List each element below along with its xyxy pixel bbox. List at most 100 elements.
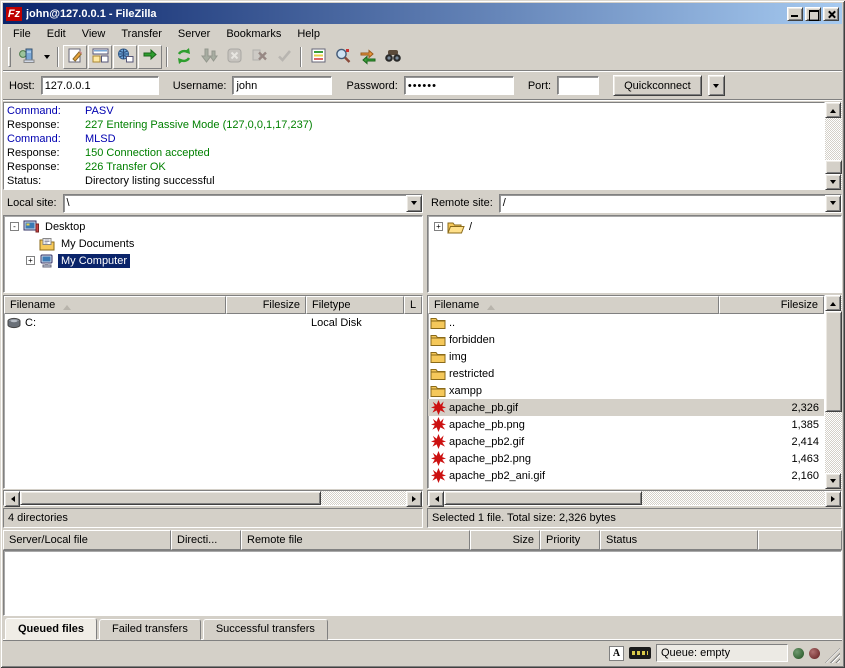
menu-bookmarks[interactable]: Bookmarks — [218, 26, 289, 42]
process-queue-button[interactable] — [197, 45, 221, 69]
title-bar[interactable]: Fz john@127.0.0.1 - FileZilla — [3, 3, 842, 24]
column-header-status[interactable]: Status — [600, 530, 758, 550]
disconnect-button[interactable] — [247, 45, 271, 69]
column-header-filename[interactable]: Filename — [428, 296, 719, 314]
remote-file-row[interactable]: forbidden — [428, 331, 824, 348]
menu-help[interactable]: Help — [289, 26, 328, 42]
toggle-transfer-queue-button[interactable] — [138, 45, 162, 69]
password-input[interactable] — [404, 76, 514, 95]
directory-listing-filters-button[interactable] — [306, 45, 330, 69]
quickconnect-dropdown-button[interactable] — [708, 75, 725, 96]
toggle-remote-tree-button[interactable] — [113, 45, 137, 69]
file-name: img — [449, 351, 467, 363]
remote-file-row[interactable]: restricted — [428, 365, 824, 382]
tree-item-label: Desktop — [42, 220, 88, 234]
abort-button[interactable] — [272, 45, 296, 69]
menu-view[interactable]: View — [74, 26, 114, 42]
scrollbar-thumb[interactable] — [825, 311, 842, 412]
remote-file-row[interactable]: apache_pb2.png 1,463 — [428, 450, 824, 467]
file-name: apache_pb2.gif — [449, 436, 524, 448]
resize-grip[interactable] — [825, 648, 840, 663]
cancel-operation-button[interactable] — [222, 45, 246, 69]
queue-size-indicator: Queue: empty — [656, 644, 788, 662]
tree-item-my-documents[interactable]: My Documents — [6, 235, 422, 252]
column-header-direction[interactable]: Directi... — [171, 530, 241, 550]
scroll-left-button[interactable] — [428, 491, 444, 507]
remote-file-row-selected[interactable]: apache_pb.gif 2,326 — [428, 399, 824, 416]
menu-server[interactable]: Server — [170, 26, 218, 42]
toggle-local-tree-button[interactable] — [88, 45, 112, 69]
scroll-right-button[interactable] — [406, 491, 422, 507]
expand-expander[interactable]: + — [26, 256, 35, 265]
local-file-row[interactable]: C: Local Disk — [4, 314, 422, 331]
username-input[interactable] — [232, 76, 332, 95]
toolbar-grip[interactable] — [8, 47, 11, 67]
toggle-message-log-button[interactable] — [63, 45, 87, 69]
host-input[interactable] — [41, 76, 159, 95]
remote-vertical-scrollbar[interactable] — [825, 295, 842, 489]
menu-file[interactable]: File — [5, 26, 39, 42]
expand-expander[interactable]: + — [434, 222, 443, 231]
scroll-up-button[interactable] — [825, 102, 841, 118]
port-label: Port: — [528, 80, 551, 92]
quickconnect-button[interactable]: Quickconnect — [613, 75, 702, 96]
tab-queued-files[interactable]: Queued files — [5, 618, 97, 640]
column-header-filename[interactable]: Filename — [4, 296, 226, 314]
message-log-icon — [67, 47, 84, 67]
find-files-button[interactable] — [381, 45, 405, 69]
menu-transfer[interactable]: Transfer — [113, 26, 170, 42]
log-vertical-scrollbar[interactable] — [825, 102, 842, 190]
remote-horizontal-scrollbar[interactable] — [427, 490, 842, 506]
column-header-filesize[interactable]: Filesize — [719, 296, 824, 314]
site-manager-dropdown-button[interactable] — [40, 46, 53, 68]
column-header-priority[interactable]: Priority — [540, 530, 600, 550]
column-header-last-modified[interactable]: L — [404, 296, 422, 314]
scroll-down-button[interactable] — [825, 473, 841, 489]
scroll-up-button[interactable] — [825, 295, 841, 311]
remote-file-row[interactable]: img — [428, 348, 824, 365]
close-button[interactable] — [823, 7, 839, 21]
minimize-button[interactable] — [787, 7, 803, 21]
tree-item-my-computer[interactable]: + My Computer — [6, 252, 422, 269]
arrow-right-icon — [831, 496, 838, 502]
queue-body[interactable] — [3, 550, 842, 616]
remote-file-row[interactable]: apache_pb2_ani.gif 2,160 — [428, 467, 824, 484]
scroll-right-button[interactable] — [825, 491, 841, 507]
chevron-down-icon — [713, 84, 719, 91]
refresh-button[interactable] — [172, 45, 196, 69]
remote-file-row[interactable]: apache_pb.png 1,385 — [428, 416, 824, 433]
local-site-combo[interactable]: \ — [63, 194, 423, 213]
scroll-left-button[interactable] — [4, 491, 20, 507]
maximize-button[interactable] — [805, 7, 821, 21]
column-header-size[interactable]: Size — [470, 530, 540, 550]
synchronized-browsing-button[interactable] — [356, 45, 380, 69]
remote-site-combo[interactable]: / — [499, 194, 842, 213]
filezilla-window: Fz john@127.0.0.1 - FileZilla File Edit … — [0, 0, 845, 668]
column-header-server-local-file[interactable]: Server/Local file — [3, 530, 171, 550]
directory-comparison-button[interactable] — [331, 45, 355, 69]
remote-site-dropdown-button[interactable] — [825, 195, 841, 212]
column-header-remote-file[interactable]: Remote file — [241, 530, 470, 550]
tree-item-root[interactable]: + / — [430, 218, 841, 235]
remote-site-value: / — [500, 195, 825, 212]
local-horizontal-scrollbar[interactable] — [3, 490, 423, 506]
port-input[interactable] — [557, 76, 599, 95]
remote-file-row[interactable]: apache_pb2.gif 2,414 — [428, 433, 824, 450]
site-manager-icon — [18, 47, 36, 68]
site-manager-button[interactable] — [15, 45, 39, 69]
scrollbar-thumb[interactable] — [825, 160, 842, 174]
collapse-expander[interactable]: - — [10, 222, 19, 231]
tree-item-desktop[interactable]: - Desktop — [6, 218, 422, 235]
tab-failed-transfers[interactable]: Failed transfers — [99, 619, 201, 640]
remote-file-row[interactable]: .. — [428, 314, 824, 331]
menu-edit[interactable]: Edit — [39, 26, 74, 42]
column-header-filetype[interactable]: Filetype — [306, 296, 404, 314]
remote-file-row[interactable]: xampp — [428, 382, 824, 399]
scroll-down-button[interactable] — [825, 174, 841, 190]
local-site-dropdown-button[interactable] — [406, 195, 422, 212]
tab-successful-transfers[interactable]: Successful transfers — [203, 619, 328, 640]
tree-item-label: My Documents — [58, 237, 137, 251]
scrollbar-thumb[interactable] — [20, 491, 321, 505]
scrollbar-thumb[interactable] — [444, 491, 642, 505]
column-header-filesize[interactable]: Filesize — [226, 296, 306, 314]
